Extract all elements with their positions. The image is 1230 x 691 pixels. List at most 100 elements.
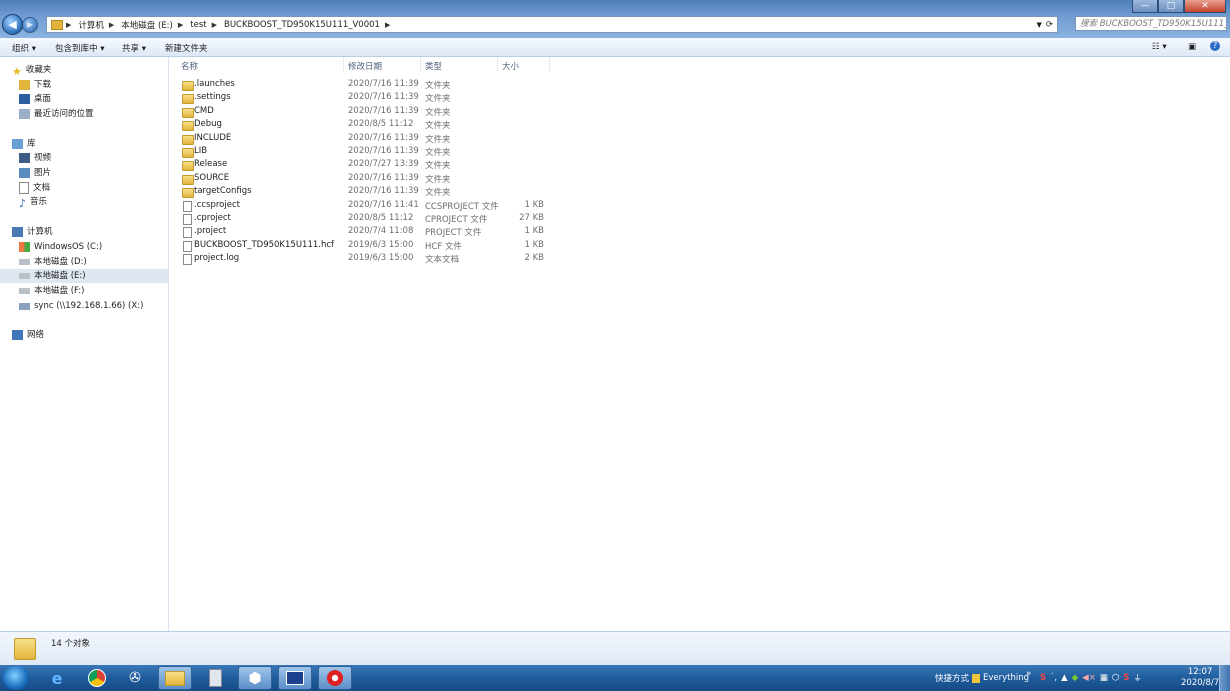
breadcrumb-computer[interactable]: 计算机	[78, 19, 104, 31]
file-row[interactable]: Release 2020/7/27 13:39 文件夹	[180, 159, 550, 172]
column-divider[interactable]	[549, 57, 550, 71]
organize-button[interactable]: 组织 ▾	[12, 42, 36, 54]
file-row[interactable]: LIB 2020/7/16 11:39 文件夹	[180, 146, 550, 159]
column-header-date[interactable]: 修改日期	[348, 60, 382, 72]
virtualbox-icon[interactable]: ⬢	[238, 666, 272, 690]
start-button[interactable]	[3, 666, 29, 690]
calculator-icon[interactable]	[198, 666, 232, 690]
sidebar-item-drive-f[interactable]: 本地磁盘 (F:)	[19, 284, 84, 298]
file-type: 文件夹	[425, 134, 451, 145]
sidebar-item-libraries[interactable]: 库	[12, 137, 36, 151]
column-header-type[interactable]: 类型	[425, 60, 442, 72]
file-row[interactable]: .settings 2020/7/16 11:39 文件夹	[180, 92, 550, 105]
screen-recorder-icon[interactable]	[318, 666, 352, 690]
folder-icon	[14, 638, 36, 660]
forward-button[interactable]: ▶	[22, 17, 38, 33]
internet-explorer-icon[interactable]: e	[40, 666, 74, 690]
sidebar-item-music[interactable]: ♪ 音乐	[19, 195, 47, 210]
file-name: LIB	[194, 146, 208, 156]
sidebar-item-desktop[interactable]: 桌面	[19, 92, 51, 106]
share-button[interactable]: 共享 ▾	[122, 42, 146, 54]
sidebar-item-computer[interactable]: 计算机	[12, 225, 53, 239]
command-bar: 组织 ▾ 包含到库中 ▾ 共享 ▾ 新建文件夹 ☷ ▾ ▣ ?	[0, 38, 1230, 57]
breadcrumb-drive-e[interactable]: 本地磁盘 (E:)	[121, 19, 173, 31]
satellite-app-icon[interactable]: ✇	[118, 666, 152, 690]
address-bar[interactable]: ▶ 计算机 ▶ 本地磁盘 (E:) ▶ test ▶ BUCKBOOST_TD9…	[46, 16, 1058, 33]
file-row[interactable]: CMD 2020/7/16 11:39 文件夹	[180, 106, 550, 119]
maximize-button[interactable]: □	[1158, 0, 1184, 13]
chevron-right-icon[interactable]: ▶	[385, 21, 390, 29]
address-dropdown-icon[interactable]: ▼	[1036, 21, 1041, 29]
file-row[interactable]: Debug 2020/8/5 11:12 文件夹	[180, 119, 550, 132]
everything-toolbar[interactable]: Everything	[972, 665, 1029, 691]
new-folder-button[interactable]: 新建文件夹	[165, 42, 208, 54]
help-icon[interactable]: ?	[1210, 41, 1220, 51]
breadcrumb-current-folder[interactable]: BUCKBOOST_TD950K15U111_V0001	[224, 20, 380, 30]
column-header-name[interactable]: 名称	[181, 60, 198, 72]
file-size: 2 KB	[524, 253, 544, 264]
sidebar-item-drive-e[interactable]: 本地磁盘 (E:)	[0, 269, 168, 283]
file-row[interactable]: SOURCE 2020/7/16 11:39 文件夹	[180, 173, 550, 186]
volume-muted-icon[interactable]: ◀×	[1082, 673, 1096, 683]
file-name: project.log	[194, 253, 240, 264]
sidebar-item-recent[interactable]: 最近访问的位置	[19, 107, 94, 121]
view-options-icon[interactable]: ☷ ▾	[1152, 42, 1167, 52]
file-date: 2020/7/16 11:41	[348, 199, 419, 210]
minimize-button[interactable]: —	[1132, 0, 1158, 13]
show-desktop-button[interactable]	[1219, 665, 1230, 691]
clock[interactable]: 12:07 2020/8/7	[1181, 665, 1219, 691]
sidebar-item-pictures[interactable]: 图片	[19, 166, 51, 180]
file-row[interactable]: .cproject 2020/8/5 11:12 CPROJECT 文件 27 KB	[180, 213, 550, 226]
back-button[interactable]: ◀	[2, 14, 23, 35]
close-button[interactable]: ✕	[1184, 0, 1226, 13]
quick-launch-toolbar[interactable]: 快捷方式	[935, 665, 969, 691]
folder-icon	[182, 148, 194, 158]
file-type: 文件夹	[425, 121, 451, 132]
file-row[interactable]: BUCKBOOST_TD950K15U111.hcf 2019/6/3 15:00…	[180, 240, 550, 253]
virtualbox-tray-icon[interactable]: ⬡	[1112, 673, 1119, 683]
search-input[interactable]: 搜索 BUCKBOOST_TD950K15U111_V0001	[1075, 16, 1227, 31]
power-plug-icon[interactable]: ⏚	[1133, 672, 1142, 684]
hard-drive-icon	[19, 288, 30, 294]
sidebar-item-drive-x[interactable]: sync (\\192.168.1.66) (X:)	[19, 299, 143, 313]
network-status-icon[interactable]: ▦	[1100, 673, 1108, 683]
chevron-right-icon[interactable]: ▶	[212, 21, 217, 29]
sidebar-item-drive-d[interactable]: 本地磁盘 (D:)	[19, 255, 87, 269]
file-row[interactable]: targetConfigs 2020/7/16 11:39 文件夹	[180, 186, 550, 199]
file-row[interactable]: project.log 2019/6/3 15:00 文本文档 2 KB	[180, 253, 550, 266]
file-row[interactable]: .project 2020/7/4 11:08 PROJECT 文件 1 KB	[180, 226, 550, 239]
column-divider[interactable]	[343, 57, 344, 71]
file-row[interactable]: .ccsproject 2020/7/16 11:41 CCSPROJECT 文件 1…	[180, 200, 550, 213]
file-explorer-icon[interactable]	[158, 666, 192, 690]
sidebar-item-network[interactable]: 网络	[12, 328, 44, 342]
chevron-right-icon[interactable]: ▶	[178, 21, 183, 29]
remote-desktop-icon[interactable]	[278, 666, 312, 690]
preview-pane-icon[interactable]: ▣	[1188, 42, 1196, 52]
include-in-library-button[interactable]: 包含到库中 ▾	[55, 42, 104, 54]
file-name: Release	[194, 159, 228, 170]
column-divider[interactable]	[420, 57, 421, 71]
chrome-icon[interactable]	[80, 666, 114, 690]
toolbar-overflow-button[interactable]: »	[1026, 661, 1031, 687]
file-row[interactable]: .launches 2020/7/16 11:39 文件夹	[180, 79, 550, 92]
show-hidden-icons-icon[interactable]: ▲	[1061, 673, 1068, 683]
sidebar-item-videos[interactable]: 视频	[19, 151, 51, 165]
chevron-right-icon[interactable]: ▶	[66, 21, 71, 29]
breadcrumb-test[interactable]: test	[190, 20, 206, 30]
antivirus-icon[interactable]: S	[1123, 673, 1129, 683]
chevron-right-icon[interactable]: ▶	[109, 21, 114, 29]
system-tray: S ˙, ▲ ◆ ◀× ▦ ⬡ S ⏚	[1040, 665, 1142, 691]
refresh-icon[interactable]: ⟳	[1046, 20, 1053, 30]
sogou-ime-icon[interactable]: S	[1040, 673, 1046, 683]
sidebar-item-favorites[interactable]: ★ 收藏夹	[12, 63, 51, 78]
security-icon[interactable]: ◆	[1072, 673, 1079, 683]
sidebar-item-downloads[interactable]: 下载	[19, 78, 51, 92]
sidebar-item-documents[interactable]: 文档	[19, 181, 50, 195]
sidebar-item-drive-c[interactable]: WindowsOS (C:)	[19, 240, 102, 254]
column-divider[interactable]	[497, 57, 498, 71]
file-row[interactable]: INCLUDE 2020/7/16 11:39 文件夹	[180, 133, 550, 146]
file-name: .cproject	[194, 213, 231, 223]
column-header-size[interactable]: 大小	[502, 60, 519, 72]
file-size: 1 KB	[524, 239, 544, 250]
ime-mode-icon[interactable]: ˙,	[1050, 673, 1057, 683]
